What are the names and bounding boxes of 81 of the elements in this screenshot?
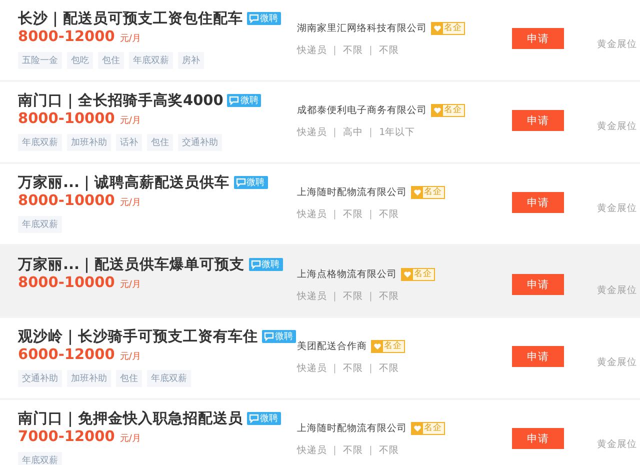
company-name[interactable]: 上海随时配物流有限公司 (297, 422, 407, 434)
heart-shield-icon (412, 422, 423, 434)
benefit-tag: 年底双薪 (18, 134, 62, 151)
company-name[interactable]: 美团配送合作商 (297, 340, 367, 352)
chat-bubble-icon (250, 260, 261, 268)
chat-bubble-icon (229, 96, 240, 104)
job-requirements: 快递员 ｜ 不限 ｜ 不限 (297, 290, 400, 303)
hiring-badge: 微聘 (247, 12, 281, 24)
featured-position-label: 黄金展位 (597, 357, 637, 368)
salary-unit: 元/月 (120, 197, 141, 209)
salary: 8000-10000 (18, 275, 115, 291)
salary: 8000-10000 (18, 111, 115, 127)
company-name[interactable]: 上海随时配物流有限公司 (297, 186, 407, 198)
company-name[interactable]: 成都泰便利电子商务有限公司 (297, 104, 427, 116)
salary-unit: 元/月 (120, 33, 141, 45)
benefit-tag: 年底双薪 (18, 216, 62, 233)
job-card[interactable]: 长沙｜配送员可预支工资包住配车 微聘 8000-12000 元/月 五险一金 包吃 包住 年底双薪 房补 湖南家里汇网络科技有限公司 名企 快递员 ｜ 不限 ｜ 不限 申请 黄金展位 (0, 0, 640, 80)
famous-company-badge: 名企 (411, 186, 445, 198)
heart-shield-icon (432, 104, 443, 116)
job-title[interactable]: 南门口｜全长招骑手高奖4000 (18, 90, 224, 110)
famous-company-badge: 名企 (371, 340, 405, 352)
chat-bubble-icon (264, 332, 274, 340)
heart-shield-icon (372, 340, 383, 352)
company-name[interactable]: 湖南家里汇网络科技有限公司 (297, 22, 427, 34)
job-title[interactable]: 万家丽...｜配送员供车爆单可预支 (18, 254, 245, 274)
job-card[interactable]: 南门口｜免押金快入职急招配送员 微聘 7000-12000 元/月 年底双薪 上海随时配物流有限公司 名企 快递员 ｜ 不限 ｜ 不限 申请 黄金展位 (0, 400, 640, 465)
job-requirements: 快递员 ｜ 不限 ｜ 不限 (297, 208, 400, 221)
salary: 8000-10000 (18, 193, 115, 209)
job-requirements: 快递员 ｜ 不限 ｜ 不限 (297, 444, 400, 457)
job-requirements: 快递员 ｜ 不限 ｜ 不限 (297, 44, 400, 57)
benefit-tag: 年底双薪 (129, 52, 173, 69)
benefit-tag: 房补 (178, 52, 204, 69)
chat-bubble-icon (249, 414, 259, 422)
benefit-tag: 包吃 (67, 52, 93, 69)
benefit-tag: 加班补助 (67, 370, 111, 387)
benefit-tag: 交通补助 (18, 370, 62, 387)
job-requirements: 快递员 ｜ 不限 ｜ 不限 (297, 362, 400, 375)
salary: 8000-12000 (18, 29, 115, 45)
job-title[interactable]: 南门口｜免押金快入职急招配送员 (18, 408, 243, 428)
benefit-tag: 交通补助 (178, 134, 222, 151)
job-title[interactable]: 万家丽...｜诚聘高薪配送员供车 (18, 172, 230, 192)
salary-unit: 元/月 (120, 115, 141, 127)
job-card[interactable]: 南门口｜全长招骑手高奖4000 微聘 8000-10000 元/月 年底双薪 加班补助 话补 包住 交通补助 成都泰便利电子商务有限公司 名企 快递员 ｜ 高中 ｜ 1年以下 申请 黄金展位 (0, 82, 640, 162)
featured-position-label: 黄金展位 (597, 285, 637, 296)
famous-company-badge: 名企 (411, 422, 445, 434)
famous-company-badge: 名企 (401, 268, 435, 280)
heart-shield-icon (432, 22, 443, 34)
salary: 6000-12000 (18, 347, 115, 363)
famous-company-badge: 名企 (431, 22, 465, 34)
hiring-badge: 微聘 (247, 412, 281, 424)
featured-position-label: 黄金展位 (597, 203, 637, 214)
benefit-tag: 包住 (147, 134, 173, 151)
featured-position-label: 黄金展位 (597, 39, 637, 50)
benefit-tag: 包住 (98, 52, 124, 69)
benefit-tag: 话补 (116, 134, 142, 151)
benefit-tag: 五险一金 (18, 52, 62, 69)
hiring-badge: 微聘 (248, 258, 283, 270)
company-name[interactable]: 上海点格物流有限公司 (297, 268, 397, 280)
hiring-badge: 微聘 (227, 94, 262, 106)
benefit-tag: 年底双薪 (147, 370, 191, 387)
hiring-badge: 微聘 (234, 176, 268, 188)
famous-company-badge: 名企 (431, 104, 465, 116)
job-card[interactable]: 观沙岭｜长沙骑手可预支工资有车住 微聘 6000-12000 元/月 交通补助 加班补助 包住 年底双薪 美团配送合作商 名企 快递员 ｜ 不限 ｜ 不限 申请 黄金展位 (0, 318, 640, 398)
salary-unit: 元/月 (120, 351, 141, 363)
job-title[interactable]: 观沙岭｜长沙骑手可预支工资有车住 (18, 326, 258, 346)
benefit-tag: 年底双薪 (18, 452, 62, 465)
heart-shield-icon (412, 186, 423, 198)
salary: 7000-12000 (18, 429, 115, 445)
job-card[interactable]: 万家丽...｜诚聘高薪配送员供车 微聘 8000-10000 元/月 年底双薪 上海随时配物流有限公司 名企 快递员 ｜ 不限 ｜ 不限 申请 黄金展位 (0, 164, 640, 244)
job-title[interactable]: 长沙｜配送员可预支工资包住配车 (18, 8, 243, 28)
job-requirements: 快递员 ｜ 高中 ｜ 1年以下 (297, 126, 416, 139)
featured-position-label: 黄金展位 (597, 121, 637, 132)
heart-shield-icon (402, 268, 413, 280)
salary-unit: 元/月 (120, 279, 141, 291)
benefit-tag: 包住 (116, 370, 142, 387)
chat-bubble-icon (249, 14, 259, 22)
benefit-tag: 加班补助 (67, 134, 111, 151)
hiring-badge: 微聘 (262, 330, 296, 342)
featured-position-label: 黄金展位 (597, 439, 637, 450)
salary-unit: 元/月 (120, 433, 141, 445)
chat-bubble-icon (236, 178, 246, 186)
